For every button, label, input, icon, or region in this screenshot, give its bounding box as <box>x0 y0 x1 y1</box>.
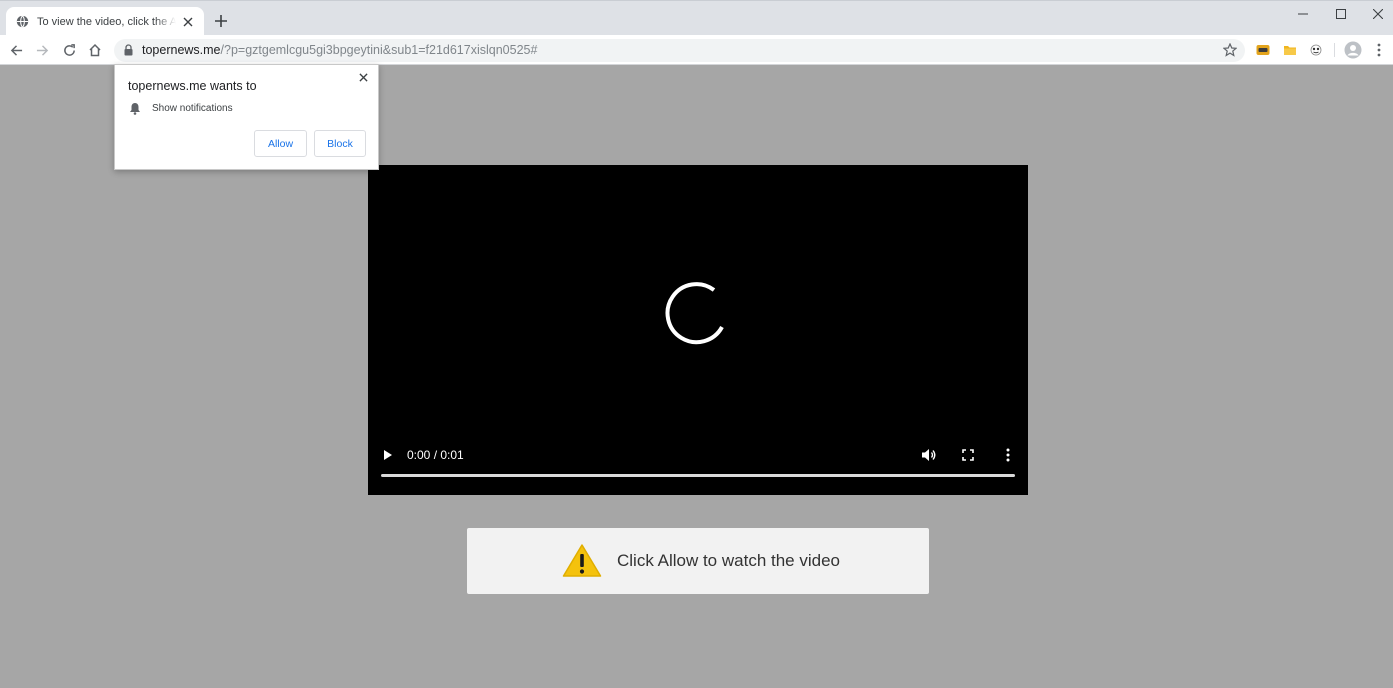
browser-menu-button[interactable] <box>1374 43 1388 57</box>
globe-icon <box>16 15 29 28</box>
allow-button[interactable]: Allow <box>254 130 307 157</box>
url-path: /?p=gztgemlcgu5gi3bpgeytini&sub1=f21d617… <box>220 43 538 57</box>
forward-button[interactable] <box>33 41 51 59</box>
bell-icon <box>130 103 140 115</box>
video-player[interactable]: 0:00 / 0:01 <box>368 165 1028 495</box>
more-vert-icon <box>1006 448 1010 462</box>
fullscreen-icon <box>962 449 974 461</box>
extension-icon-face[interactable] <box>1309 43 1323 57</box>
plus-icon <box>215 15 227 27</box>
profile-avatar[interactable] <box>1344 41 1362 59</box>
arrow-left-icon <box>10 44 22 56</box>
close-icon <box>358 72 368 82</box>
back-button[interactable] <box>7 41 25 59</box>
video-time: 0:00 / 0:01 <box>407 448 464 462</box>
permission-row: Show notifications <box>129 102 233 115</box>
avatar-icon <box>1344 41 1362 59</box>
lock-icon[interactable] <box>124 44 133 56</box>
browser-toolbar: topernews.me/?p=gztgemlcgu5gi3bpgeytini&… <box>0 35 1393 65</box>
block-button[interactable]: Block <box>314 130 366 157</box>
tab-close-icon[interactable] <box>180 14 196 30</box>
bookmark-star-icon[interactable] <box>1223 43 1237 57</box>
reload-icon <box>63 43 75 56</box>
prompt-title: topernews.me wants to <box>128 79 257 93</box>
toolbar-separator <box>1334 43 1335 57</box>
maximize-icon <box>1336 9 1346 19</box>
minimize-button[interactable] <box>1289 3 1317 25</box>
play-button[interactable] <box>380 446 396 464</box>
url-text: topernews.me/?p=gztgemlcgu5gi3bpgeytini&… <box>142 43 537 57</box>
tab-title: To view the video, click the Allow butto… <box>37 15 176 28</box>
permission-label: Show notifications <box>152 103 233 114</box>
fullscreen-button[interactable] <box>959 446 977 464</box>
video-options-button[interactable] <box>1000 446 1016 464</box>
url-host: topernews.me <box>142 43 221 57</box>
video-progress-bar[interactable] <box>381 474 1015 477</box>
extension-icon-folder[interactable] <box>1283 43 1297 57</box>
close-window-button[interactable] <box>1364 3 1392 25</box>
new-tab-button[interactable] <box>212 12 230 30</box>
prompt-close-button[interactable] <box>356 70 370 84</box>
home-button[interactable] <box>86 41 104 59</box>
close-icon <box>1373 9 1383 19</box>
notification-permission-prompt: topernews.me wants to Show notifications… <box>114 64 379 170</box>
play-icon <box>384 450 392 460</box>
mute-button[interactable] <box>919 446 939 464</box>
more-vert-icon <box>1377 43 1381 57</box>
extension-icon-cc[interactable] <box>1256 43 1270 57</box>
arrow-right-icon <box>36 44 48 56</box>
browser-tab[interactable]: To view the video, click the Allow butto… <box>6 7 204 36</box>
warning-icon <box>562 544 602 577</box>
home-icon <box>89 43 101 57</box>
tab-strip: To view the video, click the Allow butto… <box>0 0 1393 36</box>
reload-button[interactable] <box>60 41 78 59</box>
volume-icon <box>922 449 936 461</box>
maximize-button[interactable] <box>1327 3 1355 25</box>
banner-text: Click Allow to watch the video <box>617 551 840 570</box>
address-bar[interactable]: topernews.me/?p=gztgemlcgu5gi3bpgeytini&… <box>114 39 1245 62</box>
minimize-icon <box>1298 13 1308 15</box>
loading-spinner-icon <box>665 282 724 345</box>
allow-instruction-banner: Click Allow to watch the video <box>467 528 929 594</box>
